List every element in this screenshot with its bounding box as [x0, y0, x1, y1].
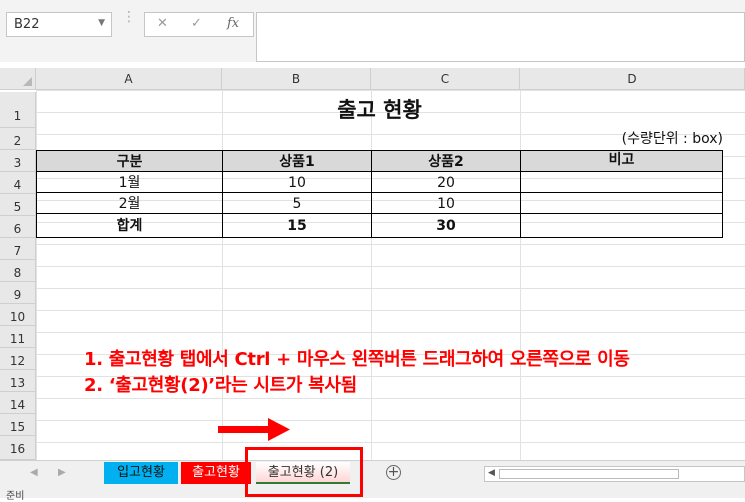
table-cell[interactable]: 5 [222, 192, 372, 214]
table-cell[interactable]: 2월 [36, 192, 223, 214]
cancel-icon[interactable]: ✕ [157, 16, 168, 31]
row-header[interactable]: 7 [0, 238, 36, 260]
name-box[interactable]: B22 ▼ [6, 12, 112, 37]
row-header[interactable]: 14 [0, 392, 36, 414]
annotation-step-2: 2. ‘출고현황(2)’라는 시트가 복사됨 [84, 375, 357, 396]
row-header[interactable]: 16 [0, 436, 36, 460]
row-header[interactable]: 10 [0, 304, 36, 326]
grid-line [371, 90, 372, 460]
table-cell[interactable] [520, 213, 723, 238]
status-mode: 준비 [6, 491, 25, 502]
table-cell[interactable]: 1월 [36, 171, 223, 193]
row-header[interactable]: 11 [0, 326, 36, 348]
table-header-cell[interactable]: 상품1 [222, 150, 372, 172]
table-cell[interactable]: 10 [222, 171, 372, 193]
enter-icon[interactable]: ✓ [191, 16, 202, 31]
next-sheet-icon[interactable]: ▶ [58, 467, 66, 478]
column-header-c[interactable]: C [371, 68, 520, 90]
row-header[interactable]: 15 [0, 414, 36, 436]
annotation-step-1: 1. 출고현황 탭에서 Ctrl + 마우스 왼쪽버튼 드래그하여 오른쪽으로 … [84, 349, 630, 370]
sheet-title[interactable]: 출고 현황 [36, 92, 723, 128]
row-header[interactable]: 8 [0, 260, 36, 282]
plus-circle-icon[interactable]: + [386, 465, 401, 480]
row-header[interactable]: 13 [0, 370, 36, 392]
table-cell[interactable] [520, 171, 723, 193]
row-header[interactable]: 3 [0, 150, 36, 172]
table-cell[interactable]: 10 [371, 192, 521, 214]
unit-label[interactable]: (수량단위 : box) [520, 128, 723, 150]
row-header[interactable]: 5 [0, 194, 36, 216]
formula-input[interactable] [256, 12, 745, 62]
table-cell[interactable]: 합계 [36, 213, 223, 238]
table-header-cell[interactable]: 비고 [520, 150, 723, 172]
status-bar [0, 488, 745, 498]
formula-buttons: ✕ ✓ fx [144, 12, 254, 37]
row-header[interactable]: 1 [0, 92, 36, 128]
column-header-d[interactable]: D [520, 68, 745, 90]
drag-handle-icon[interactable]: ⋮ [122, 10, 136, 24]
table-cell[interactable] [520, 192, 723, 214]
table-header-cell[interactable]: 상품2 [371, 150, 521, 172]
formula-bar: B22 ▼ ⋮ ✕ ✓ fx [0, 0, 745, 62]
prev-sheet-icon[interactable]: ◀ [30, 467, 38, 478]
column-header-b[interactable]: B [222, 68, 371, 90]
name-box-value: B22 [14, 17, 40, 32]
scrollbar-thumb[interactable] [499, 469, 679, 479]
sheet-tab-outbound[interactable]: 출고현황 [181, 462, 251, 484]
chevron-down-icon[interactable]: ▼ [98, 18, 105, 28]
highlight-box [245, 447, 363, 497]
sheet-tab-inbound[interactable]: 입고현황 [104, 462, 178, 484]
row-header[interactable]: 4 [0, 172, 36, 194]
arrow-right-icon [218, 418, 290, 441]
horizontal-scrollbar[interactable]: ◀ [484, 466, 745, 482]
table-cell[interactable]: 30 [371, 213, 521, 238]
row-header[interactable]: 6 [0, 216, 36, 238]
table-cell[interactable]: 15 [222, 213, 372, 238]
insert-function-icon[interactable]: fx [227, 16, 239, 31]
row-header[interactable]: 2 [0, 128, 36, 150]
select-all-button[interactable] [0, 68, 36, 90]
column-header-a[interactable]: A [36, 68, 222, 90]
row-header[interactable]: 9 [0, 282, 36, 304]
table-cell[interactable]: 20 [371, 171, 521, 193]
grid-line [222, 90, 223, 460]
table-header-cell[interactable]: 구분 [36, 150, 223, 172]
triangle-left-icon[interactable]: ◀ [488, 468, 495, 478]
row-header[interactable]: 12 [0, 348, 36, 370]
